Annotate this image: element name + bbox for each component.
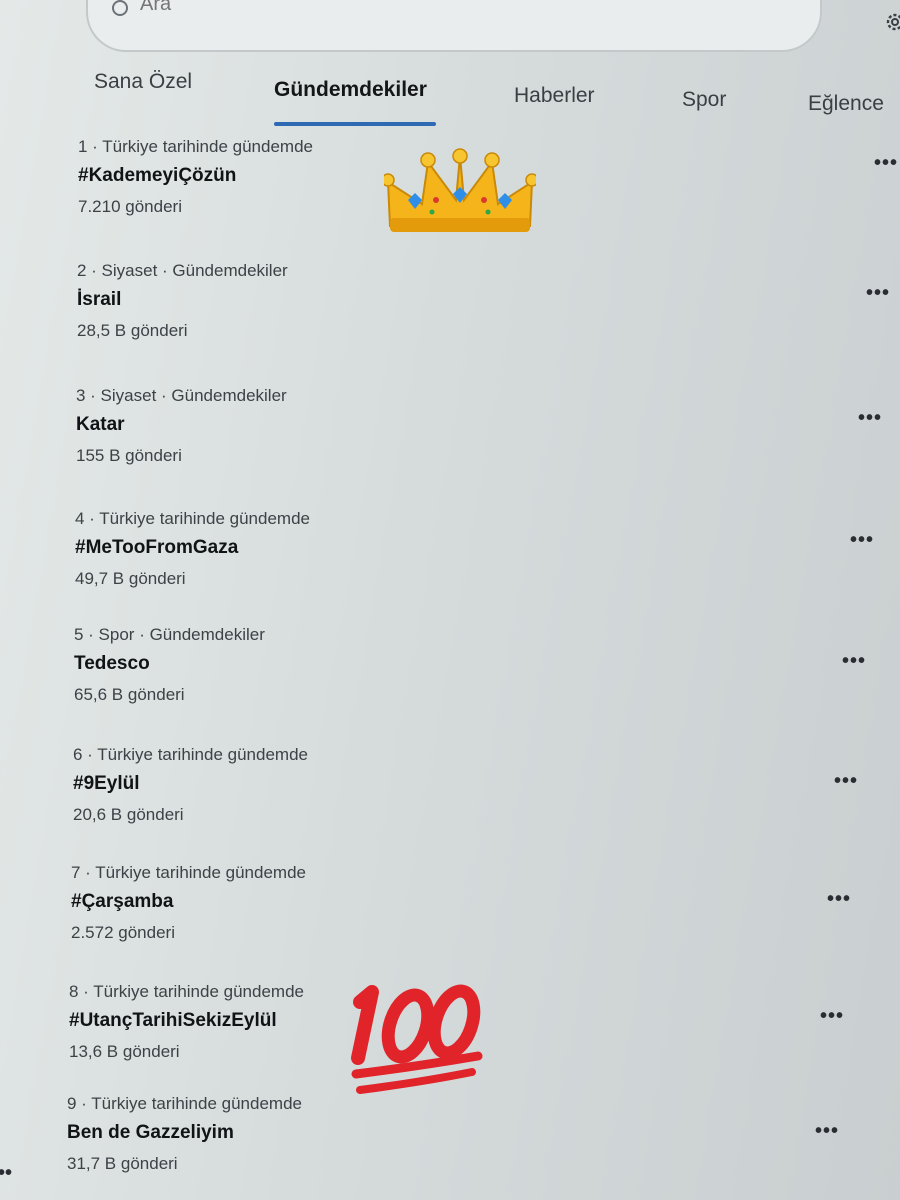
- trend-meta: 2 · Siyaset · Gündemdekiler: [77, 261, 288, 280]
- trend-more-button[interactable]: •••: [842, 650, 866, 673]
- trend-more-button[interactable]: •••: [866, 282, 890, 305]
- trend-more-button[interactable]: •••: [827, 888, 851, 911]
- trend-meta: 5 · Spor · Gündemdekiler: [74, 625, 265, 644]
- tab-bar: Sana Özel Gündemdekiler Haberler Spor Eğ…: [0, 60, 900, 130]
- trend-more-button[interactable]: •••: [815, 1120, 839, 1143]
- trend-count: 49,7 B gönderi: [75, 569, 186, 588]
- trend-count: 20,6 B gönderi: [73, 805, 184, 824]
- trend-item-9[interactable]: 9 · Türkiye tarihinde gündemde Ben de Ga…: [67, 1094, 302, 1174]
- trend-count: 155 B gönderi: [76, 446, 182, 465]
- trend-count: 31,7 B gönderi: [67, 1154, 178, 1173]
- trend-meta: 7 · Türkiye tarihinde gündemde: [71, 863, 306, 882]
- trend-more-button[interactable]: •••: [850, 529, 874, 552]
- trend-count: 7.210 gönderi: [78, 197, 182, 216]
- trend-meta: 3 · Siyaset · Gündemdekiler: [76, 386, 287, 405]
- trend-name: #Çarşamba: [71, 891, 174, 912]
- trend-name: Tedesco: [74, 653, 150, 674]
- trend-meta: 8 · Türkiye tarihinde gündemde: [69, 982, 304, 1001]
- search-icon: [112, 0, 128, 16]
- trend-more-button[interactable]: •••: [820, 1005, 844, 1028]
- gear-icon[interactable]: [883, 10, 900, 34]
- tab-eglence[interactable]: Eğlence: [808, 92, 884, 116]
- trend-name: #UtançTarihiSekizEylül: [69, 1010, 277, 1031]
- trend-more-button[interactable]: •••: [874, 152, 898, 175]
- trend-meta: 9 · Türkiye tarihinde gündemde: [67, 1094, 302, 1113]
- trend-meta: 4 · Türkiye tarihinde gündemde: [75, 509, 310, 528]
- trend-more-button[interactable]: •••: [834, 770, 858, 793]
- tab-spor[interactable]: Spor: [682, 88, 726, 112]
- trend-name: #9Eylül: [73, 773, 140, 794]
- trend-item-7[interactable]: 7 · Türkiye tarihinde gündemde #Çarşamba…: [71, 863, 306, 943]
- search-input[interactable]: [138, 0, 442, 17]
- trend-more-button[interactable]: •••: [858, 407, 882, 430]
- hundred-points-icon: [351, 984, 483, 1094]
- trend-name: #KademeyiÇözün: [78, 165, 237, 186]
- trend-item-5[interactable]: 5 · Spor · Gündemdekiler Tedesco 65,6 B …: [74, 625, 265, 705]
- trend-meta: 1 · Türkiye tarihinde gündemde: [78, 137, 313, 156]
- trend-count: 2.572 gönderi: [71, 923, 175, 942]
- edge-more-icon: ••: [0, 1162, 13, 1184]
- tab-gundemdekiler[interactable]: Gündemdekiler: [274, 78, 427, 102]
- trend-count: 65,6 B gönderi: [74, 685, 185, 704]
- active-tab-indicator: [274, 122, 436, 126]
- trend-count: 13,6 B gönderi: [69, 1042, 180, 1061]
- trend-name: #MeTooFromGaza: [75, 537, 239, 558]
- trend-item-6[interactable]: 6 · Türkiye tarihinde gündemde #9Eylül 2…: [73, 745, 308, 825]
- search-bar[interactable]: [86, 0, 822, 52]
- trend-item-3[interactable]: 3 · Siyaset · Gündemdekiler Katar 155 B …: [76, 386, 287, 466]
- trend-name: İsrail: [77, 289, 122, 310]
- trend-item-8[interactable]: 8 · Türkiye tarihinde gündemde #UtançTar…: [69, 982, 304, 1062]
- trend-item-2[interactable]: 2 · Siyaset · Gündemdekiler İsrail 28,5 …: [77, 261, 288, 341]
- trend-meta: 6 · Türkiye tarihinde gündemde: [73, 745, 308, 764]
- trend-item-4[interactable]: 4 · Türkiye tarihinde gündemde #MeTooFro…: [75, 509, 310, 589]
- trend-name: Ben de Gazzeliyim: [67, 1122, 234, 1143]
- trend-item-1[interactable]: 1 · Türkiye tarihinde gündemde #Kademeyi…: [78, 137, 313, 217]
- crown-icon: [384, 148, 536, 232]
- trend-name: Katar: [76, 414, 125, 435]
- tab-haberler[interactable]: Haberler: [514, 84, 595, 108]
- trend-count: 28,5 B gönderi: [77, 321, 188, 340]
- tab-sana-ozel[interactable]: Sana Özel: [94, 70, 192, 94]
